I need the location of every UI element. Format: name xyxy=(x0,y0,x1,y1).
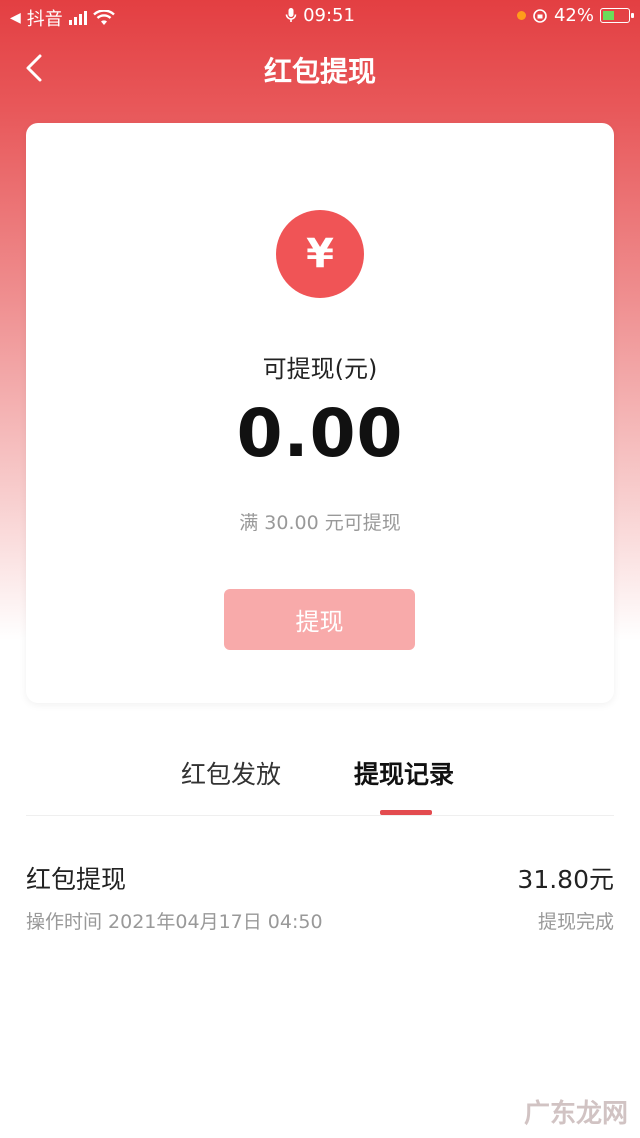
nav-bar: 红包提现 xyxy=(0,40,640,96)
status-right: 42% xyxy=(516,5,634,26)
status-time: 09:51 xyxy=(303,5,355,26)
mic-in-use-dot-icon xyxy=(516,11,526,20)
list-item[interactable]: 红包提现 31.80元 操作时间 2021年04月17日 04:50 提现完成 xyxy=(26,860,614,940)
tab-redpacket-issued[interactable]: 红包发放 xyxy=(181,755,281,791)
withdraw-threshold-text: 满 30.00 元可提现 xyxy=(239,512,401,534)
yen-icon: ¥ xyxy=(276,210,364,298)
withdraw-button[interactable]: 提现 xyxy=(224,589,415,650)
balance-card: ¥ 可提现(元) 0.00 满 30.00 元可提现 提现 xyxy=(26,123,614,703)
record-title: 红包提现 xyxy=(26,865,127,894)
record-tabs: 红包发放 提现记录 xyxy=(0,755,640,815)
watermark-logo: 广东龙网 xyxy=(523,1099,628,1129)
orientation-lock-icon xyxy=(533,8,547,23)
status-bar: ◀ 抖音 09:51 42% xyxy=(0,0,640,34)
record-time: 操作时间 2021年04月17日 04:50 xyxy=(26,911,323,933)
record-status: 提现完成 xyxy=(537,911,614,933)
microphone-icon xyxy=(285,8,297,22)
battery-charging-icon xyxy=(600,8,634,23)
available-label: 可提现(元) xyxy=(262,355,378,383)
record-amount: 31.80元 xyxy=(517,865,614,894)
battery-percent: 42% xyxy=(553,5,594,26)
page-title: 红包提现 xyxy=(263,55,376,88)
available-amount: 0.00 xyxy=(236,395,404,472)
tabs-divider xyxy=(26,815,614,816)
tab-withdraw-records[interactable]: 提现记录 xyxy=(354,755,454,791)
